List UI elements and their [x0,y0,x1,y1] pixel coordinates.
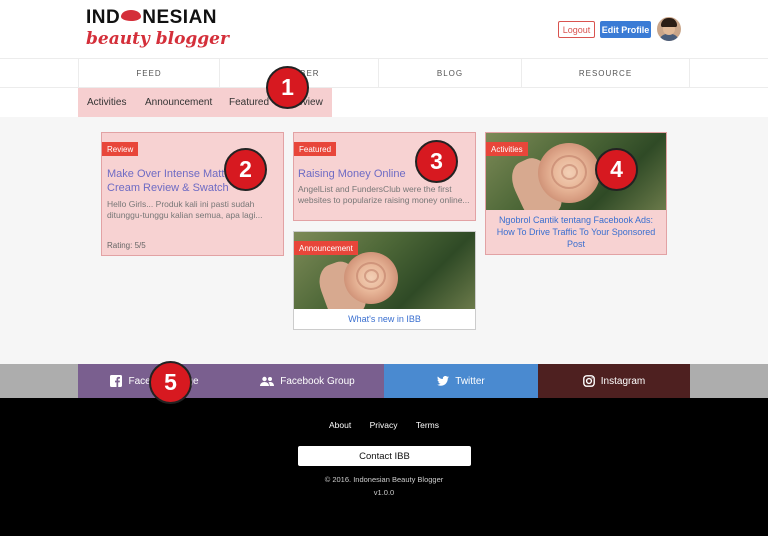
subnav-featured[interactable]: Featured [229,88,269,117]
review-card-rating: Rating: 5/5 [107,241,146,250]
site-footer: About Privacy Terms Contact IBB © 2016. … [0,398,768,536]
contact-button[interactable]: Contact IBB [298,446,471,466]
marker-2: 2 [224,148,267,191]
instagram-label: Instagram [600,375,646,387]
badge-activities: Activities [486,142,528,156]
tab-feed[interactable]: FEED [78,59,220,88]
tab-resource[interactable]: RESOURCE [522,59,690,88]
edit-profile-button[interactable]: Edit Profile [600,21,651,38]
footer-links: About Privacy Terms [0,420,768,430]
twitter-button[interactable]: Twitter [384,364,538,398]
activities-card-link[interactable]: Ngobrol Cantik tentang Facebook Ads: How… [492,214,660,250]
badge-review: Review [102,142,139,156]
logout-button[interactable]: Logout [558,21,595,38]
marker-3: 3 [415,140,458,183]
announcement-card[interactable]: Announcement What's new in IBB [293,231,476,330]
instagram-icon [582,375,595,387]
facebook-group-button[interactable]: Facebook Group [231,364,384,398]
footer-link-about[interactable]: About [329,420,351,430]
review-card-excerpt: Hello Girls... Produk kali ini pasti sud… [107,199,263,220]
lips-icon [121,10,142,21]
avatar[interactable] [657,17,681,41]
activities-card[interactable]: Activities Ngobrol Cantik tentang Facebo… [485,132,667,255]
footer-link-terms[interactable]: Terms [416,420,439,430]
social-bar: Facebook Page Facebook Group Twitter Ins… [0,364,768,398]
twitter-label: Twitter [455,375,485,387]
subnav-activities[interactable]: Activities [87,88,126,117]
featured-card-excerpt: AngelList and FundersClub were the first… [298,184,470,205]
tab-blog[interactable]: BLOG [379,59,522,88]
people-icon [260,376,275,386]
subnav-announcement[interactable]: Announcement [145,88,212,117]
facebook-group-label: Facebook Group [280,375,355,387]
main-nav: FEED MEMBER BLOG RESOURCE [0,58,768,88]
site-header: IND NESIAN beauty blogger Logout Edit Pro… [0,0,768,58]
instagram-button[interactable]: Instagram [538,364,690,398]
copyright-text: © 2016. Indonesian Beauty Blogger [324,475,444,484]
marker-1: 1 [266,66,309,109]
logo-wordmark: IND NESIAN [86,7,218,28]
version-text: v1.0.0 [373,488,395,497]
facebook-icon [110,375,123,387]
marker-5: 5 [149,361,192,404]
badge-announcement: Announcement [294,241,358,255]
marker-4: 4 [595,148,638,191]
site-logo[interactable]: IND NESIAN beauty blogger [86,7,229,50]
footer-link-privacy[interactable]: Privacy [370,420,398,430]
badge-featured: Featured [294,142,337,156]
twitter-icon [437,376,450,386]
announcement-card-link[interactable]: What's new in IBB [294,313,475,325]
logo-tagline: beauty blogger [86,29,229,49]
